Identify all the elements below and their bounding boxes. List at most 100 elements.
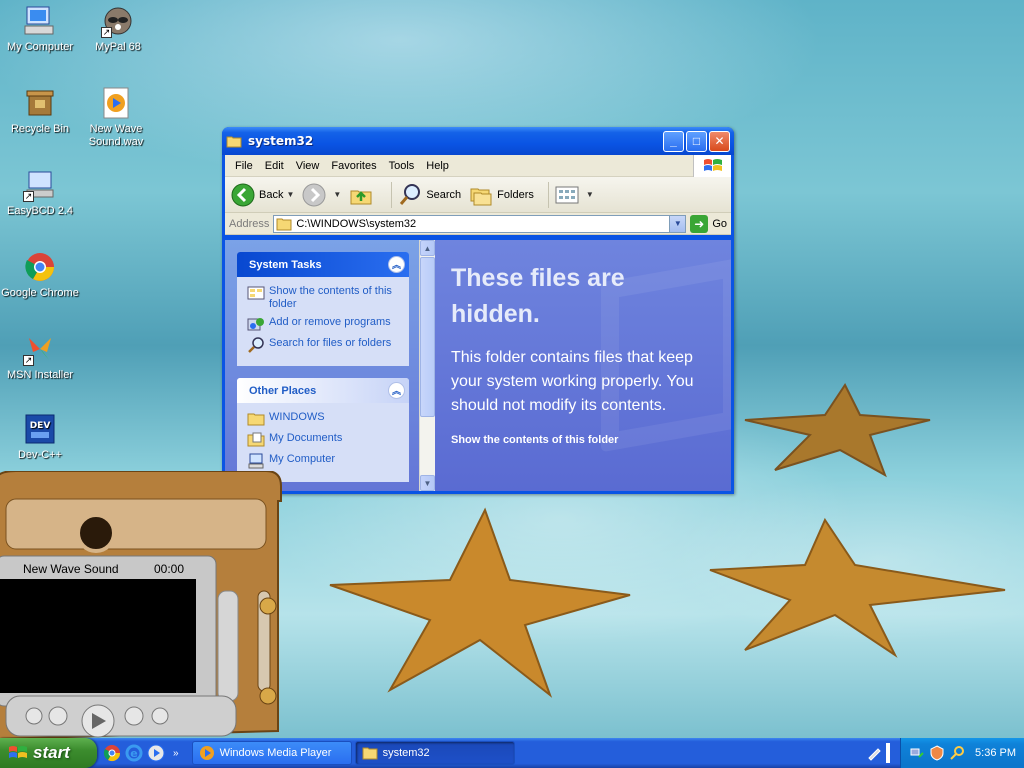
go-button[interactable]: ➜ Go — [690, 214, 727, 233]
up-folder-button[interactable] — [349, 183, 377, 207]
windows-flag-icon — [703, 159, 722, 171]
add-remove-programs-icon — [247, 318, 264, 331]
desktop-icon-label: MSN Installer — [6, 369, 74, 381]
search-icon — [400, 183, 421, 205]
starfish-small — [744, 383, 931, 478]
address-bar: Address C:\WINDOWS\system32 ▼ ➜ Go — [225, 213, 731, 235]
standard-toolbar: Back ▼ ▼ Search Folders ▼ — [225, 177, 731, 213]
dropdown-arrow-icon[interactable]: ▼ — [333, 190, 341, 199]
menu-edit[interactable]: Edit — [259, 160, 290, 172]
window-content: System Tasks ︽ Show the contents of this… — [225, 240, 731, 491]
internet-explorer-icon[interactable]: e — [125, 744, 143, 762]
start-button[interactable]: start — [0, 738, 97, 768]
maximize-icon: □ — [692, 134, 701, 148]
taskbar-item-windows-media-player[interactable]: Windows Media Player — [191, 741, 352, 765]
place-label: My Computer — [269, 453, 336, 465]
windows-flag-icon — [9, 746, 27, 758]
task-show-contents[interactable]: Show the contents of this folder — [247, 285, 401, 311]
windows-watermark-icon — [601, 257, 731, 453]
desktop-icon-label: MyPal 68 — [95, 41, 141, 53]
back-arrow-icon — [231, 183, 255, 206]
windows-logo — [693, 155, 731, 177]
desktop-icon-new-wave-sound[interactable]: New Wave Sound.wav — [76, 86, 156, 149]
dropdown-arrow-icon[interactable]: ▼ — [286, 190, 294, 199]
shortcut-arrow-icon: ↗ — [23, 191, 34, 202]
views-button[interactable]: ▼ — [555, 185, 594, 205]
starfish-large — [329, 507, 631, 698]
address-dropdown-icon[interactable]: ▼ — [669, 215, 686, 232]
taskbar-item-label: system32 — [382, 747, 430, 759]
back-button[interactable]: Back ▼ — [231, 183, 294, 207]
collapse-chevron-icon[interactable]: ︽ — [388, 256, 405, 273]
media-file-icon — [103, 87, 129, 119]
search-label: Search — [426, 188, 462, 201]
dropdown-arrow-icon[interactable]: ▼ — [586, 190, 594, 199]
search-button[interactable]: Search — [398, 183, 461, 207]
pen-tool-icon[interactable] — [866, 745, 882, 761]
security-shield-icon[interactable] — [929, 745, 945, 761]
chevron-right-icon[interactable]: » — [173, 748, 179, 759]
desktop-icon-dev-cpp[interactable]: DEV Dev-C++ — [0, 412, 80, 462]
minimize-button[interactable]: _ — [663, 130, 684, 152]
search-icon — [248, 337, 264, 353]
my-documents-icon — [247, 432, 265, 447]
system-tray: 5:36 PM — [900, 738, 1024, 768]
system-tasks-title: System Tasks — [249, 258, 322, 271]
menu-help[interactable]: Help — [420, 160, 455, 172]
dev-cpp-icon: DEV — [25, 414, 55, 444]
desktop-icon-mypal[interactable]: ↗ MyPal 68 — [78, 4, 158, 54]
desktop-icon-recycle-bin[interactable]: Recycle Bin — [0, 86, 80, 136]
back-label: Back — [259, 188, 284, 201]
desktop-icon-google-chrome[interactable]: Google Chrome — [0, 250, 80, 300]
desktop-icon-msn-installer[interactable]: ↗ MSN Installer — [0, 332, 80, 382]
task-add-remove-programs[interactable]: Add or remove programs — [247, 316, 401, 332]
maximize-button[interactable]: □ — [686, 130, 707, 152]
scroll-up-button[interactable]: ▲ — [420, 240, 435, 256]
start-label: start — [33, 743, 70, 762]
place-label: WINDOWS — [269, 411, 325, 423]
show-contents-icon — [247, 286, 265, 300]
folders-button[interactable]: Folders — [469, 183, 534, 207]
taskbar-item-label: Windows Media Player — [219, 747, 332, 759]
language-bar — [866, 743, 900, 763]
media-player: New Wave Sound 00:00 — [0, 470, 288, 740]
language-bar-divider — [886, 743, 890, 763]
forward-button[interactable]: ▼ — [302, 183, 341, 207]
place-my-computer[interactable]: My Computer — [247, 453, 401, 469]
go-label: Go — [712, 217, 727, 230]
media-player-icon[interactable] — [147, 744, 165, 762]
hidden-files-panel: These files are hidden. This folder cont… — [435, 240, 731, 491]
task-pane-scrollbar[interactable]: ▲ ▼ — [419, 240, 435, 491]
desktop-icon-my-computer[interactable]: My Computer — [0, 4, 80, 54]
taskbar-item-system32[interactable]: system32 — [354, 741, 515, 765]
desktop-icon-label: My Computer — [6, 41, 74, 53]
close-button[interactable]: ✕ — [709, 130, 730, 152]
scroll-down-button[interactable]: ▼ — [420, 475, 435, 491]
title-bar[interactable]: system32 _ □ ✕ — [222, 127, 734, 155]
address-input[interactable]: C:\WINDOWS\system32 ▼ — [273, 214, 687, 233]
toolbar-separator — [391, 181, 393, 208]
place-windows[interactable]: WINDOWS — [247, 411, 401, 427]
search-icon[interactable] — [949, 745, 965, 761]
starfish-right — [709, 517, 1006, 658]
scroll-thumb[interactable] — [420, 257, 435, 417]
recycle-bin-icon — [26, 90, 54, 116]
desktop-icon-easybcd[interactable]: ↗ EasyBCD 2.4 — [0, 168, 80, 218]
place-my-documents[interactable]: My Documents — [247, 432, 401, 448]
menu-favorites[interactable]: Favorites — [325, 160, 382, 172]
menu-file[interactable]: File — [229, 160, 259, 172]
chrome-icon[interactable] — [103, 744, 121, 762]
network-icon[interactable] — [909, 745, 925, 761]
task-search-files[interactable]: Search for files or folders — [247, 337, 401, 353]
menu-bar: File Edit View Favorites Tools Help — [225, 155, 731, 177]
up-folder-icon — [350, 190, 372, 204]
media-player-time: 00:00 — [154, 562, 185, 576]
system-clock[interactable]: 5:36 PM — [975, 747, 1016, 759]
system-tasks-header[interactable]: System Tasks ︽ — [237, 252, 409, 277]
menu-tools[interactable]: Tools — [383, 160, 421, 172]
explorer-window: system32 _ □ ✕ File Edit View Favorites … — [222, 127, 734, 494]
menu-view[interactable]: View — [290, 160, 326, 172]
collapse-chevron-icon[interactable]: ︽ — [388, 382, 405, 399]
task-label: Search for files or folders — [269, 337, 392, 349]
other-places-header[interactable]: Other Places ︽ — [237, 378, 409, 403]
